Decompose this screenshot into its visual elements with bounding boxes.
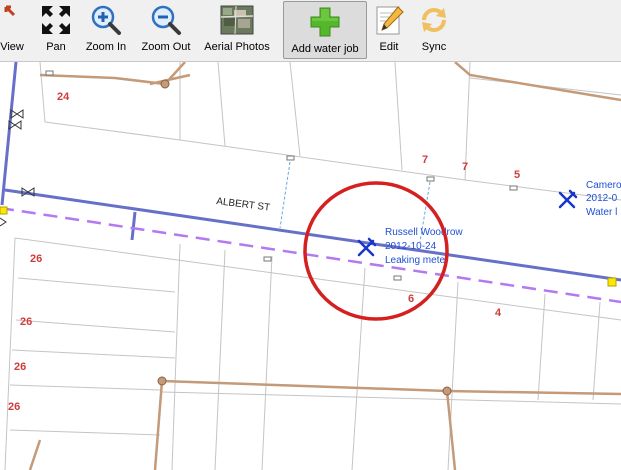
lot-number: 5 bbox=[514, 169, 520, 181]
magnifier-plus-icon bbox=[89, 3, 123, 37]
water-job-marker-2[interactable]: Camero 2012-0 Water l bbox=[558, 180, 621, 218]
job-1-name: Russell Woodrow bbox=[385, 227, 463, 238]
lot-number: 26 bbox=[14, 361, 26, 373]
zoom-full-view-button[interactable]: t View bbox=[0, 0, 30, 59]
job-2-description: Water l bbox=[586, 207, 617, 218]
lot-number: 7 bbox=[462, 161, 468, 173]
pan-arrows-icon bbox=[39, 3, 73, 37]
aerial-photos-button[interactable]: Aerial Photos bbox=[202, 0, 272, 59]
zoom-out-label: Zoom Out bbox=[141, 41, 191, 53]
magnifier-minus-icon bbox=[149, 3, 183, 37]
edit-label: Edit bbox=[379, 41, 399, 53]
water-mains bbox=[0, 62, 621, 282]
sync-button[interactable]: Sync bbox=[414, 0, 454, 59]
lot-number: 24 bbox=[57, 91, 70, 103]
lot-number: 26 bbox=[20, 316, 32, 328]
zoom-full-view-label: t View bbox=[0, 41, 24, 53]
job-1-description: Leaking mete bbox=[385, 255, 445, 266]
map-view[interactable]: 24 7 7 5 26 26 26 26 6 4 ALBERT ST Camer… bbox=[0, 62, 621, 470]
job-2-name: Camero bbox=[586, 180, 621, 191]
zoom-in-label: Zoom In bbox=[85, 41, 127, 53]
lot-number: 7 bbox=[422, 154, 428, 166]
edit-button[interactable]: Edit bbox=[372, 0, 406, 59]
add-water-job-button[interactable]: Add water job bbox=[283, 1, 367, 59]
toolbar: t View Pan Zoom In bbox=[0, 0, 621, 62]
map-canvas[interactable]: 24 7 7 5 26 26 26 26 6 4 ALBERT ST Camer… bbox=[0, 62, 621, 470]
sync-arrows-icon bbox=[417, 3, 451, 37]
pan-label: Pan bbox=[46, 41, 66, 53]
lot-number: 26 bbox=[30, 253, 42, 265]
add-water-job-label: Add water job bbox=[291, 43, 359, 55]
job-2-date: 2012-0 bbox=[586, 193, 618, 204]
lot-numbers: 24 7 7 5 26 26 26 26 6 4 bbox=[8, 91, 520, 413]
sync-label: Sync bbox=[421, 41, 447, 53]
pencil-icon bbox=[372, 3, 406, 37]
zoom-in-button[interactable]: Zoom In bbox=[82, 0, 130, 59]
lot-number: 6 bbox=[408, 293, 414, 305]
lot-number: 4 bbox=[495, 307, 502, 319]
aerial-photos-label: Aerial Photos bbox=[204, 41, 270, 53]
street-label: ALBERT ST bbox=[216, 196, 271, 214]
zoom-out-button[interactable]: Zoom Out bbox=[138, 0, 194, 59]
job-1-date: 2012-10-24 bbox=[385, 241, 437, 252]
lot-number: 26 bbox=[8, 401, 20, 413]
aerial-photo-thumbnail-icon bbox=[220, 3, 254, 37]
green-plus-icon bbox=[308, 5, 342, 39]
zoom-full-view-icon bbox=[0, 3, 26, 37]
pan-button[interactable]: Pan bbox=[38, 0, 74, 59]
